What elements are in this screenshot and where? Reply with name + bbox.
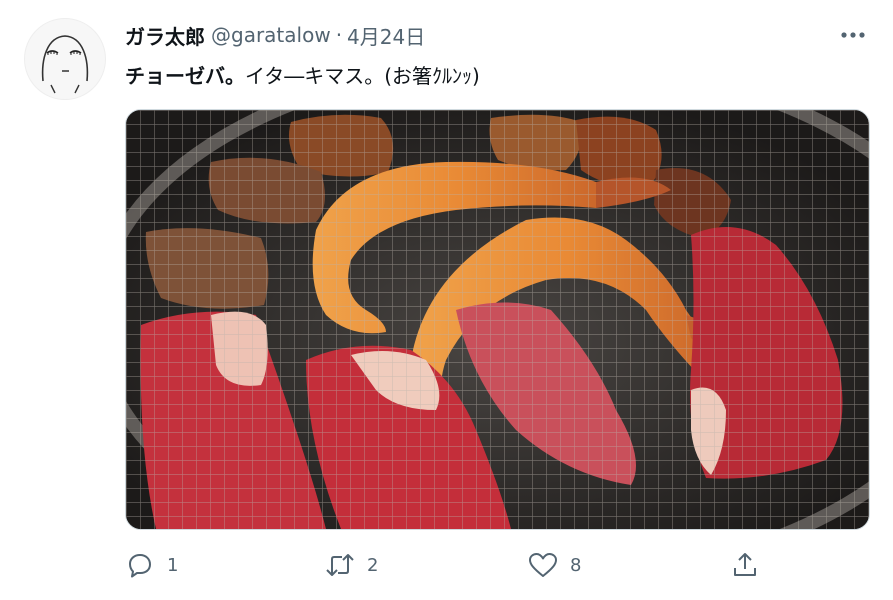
retweet-icon	[325, 550, 355, 580]
display-name[interactable]: ガラ太郎	[125, 21, 205, 50]
separator: ·	[335, 23, 343, 47]
tweet-photo[interactable]	[125, 109, 870, 530]
tweet-text-bold: チョーゼバ。	[125, 64, 245, 88]
reply-icon	[125, 550, 155, 580]
like-button[interactable]: 8	[528, 544, 581, 586]
avatar[interactable]	[24, 18, 106, 100]
user-handle[interactable]: @garatalow	[211, 23, 331, 47]
retweet-button[interactable]: 2	[325, 544, 378, 586]
bbq-grill-photo	[126, 110, 869, 529]
reply-count: 1	[167, 554, 179, 576]
tweet-actions: 1 2 8	[125, 544, 765, 586]
heart-icon	[528, 550, 558, 580]
share-icon	[730, 550, 760, 580]
share-button[interactable]	[730, 544, 760, 586]
tweet-text-rest: イタ―キマス。(お箸ｸﾙﾝｯ)	[245, 64, 480, 88]
tweet-header: ガラ太郎 @garatalow · 4月24日	[125, 20, 425, 50]
more-dots-icon	[841, 32, 865, 38]
like-count: 8	[570, 554, 582, 576]
tweet-date[interactable]: 4月24日	[347, 21, 425, 50]
more-options-button[interactable]	[836, 20, 870, 50]
reply-button[interactable]: 1	[125, 544, 178, 586]
cartoon-face-icon	[41, 35, 89, 94]
tweet-text: チョーゼバ。イタ―キマス。(お箸ｸﾙﾝｯ)	[125, 60, 480, 89]
retweet-count: 2	[367, 554, 379, 576]
